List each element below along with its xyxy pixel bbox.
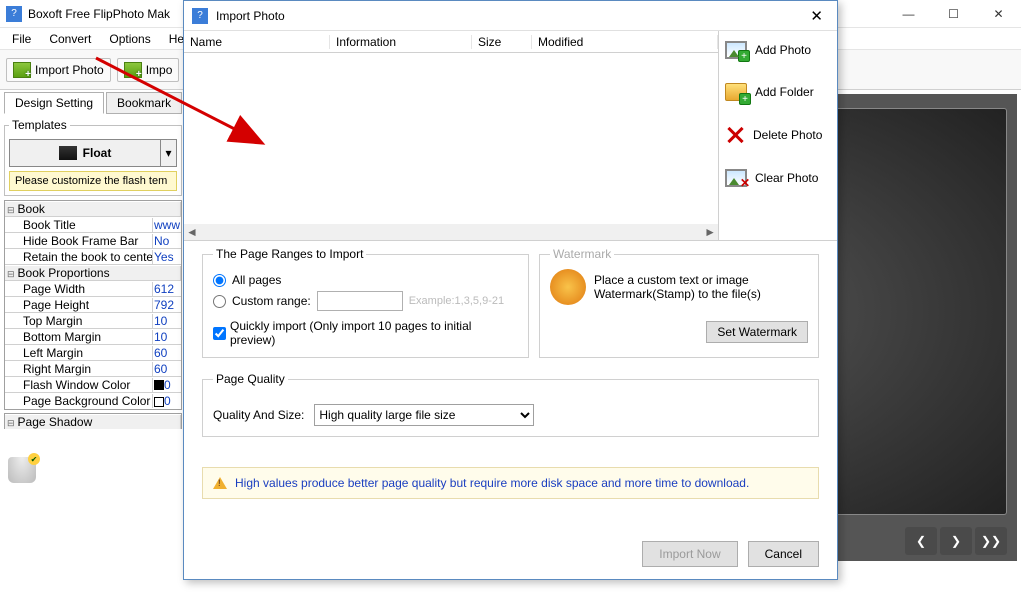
menu-options[interactable]: Options <box>101 30 158 48</box>
dialog-icon: ? <box>192 8 208 24</box>
folder-icon: + <box>725 83 747 101</box>
clear-icon: ✕ <box>725 169 747 187</box>
prop-proportions-header[interactable]: Book Proportions <box>5 266 181 280</box>
menu-convert[interactable]: Convert <box>41 30 99 48</box>
tab-design-setting[interactable]: Design Setting <box>4 92 104 114</box>
page-ranges-group: The Page Ranges to Import All pages Cust… <box>202 247 529 358</box>
template-dropdown[interactable]: ▾ <box>161 139 177 167</box>
page-quality-group: Page Quality Quality And Size: High qual… <box>202 372 819 437</box>
col-modified[interactable]: Modified <box>532 35 718 49</box>
all-pages-label: All pages <box>232 273 281 287</box>
book-icon <box>59 146 77 160</box>
import-photo-dialog: ? Import Photo ✕ Name Information Size M… <box>183 0 838 580</box>
dialog-buttons: Import Now Cancel <box>642 541 819 567</box>
window-controls: — ☐ ✕ <box>886 0 1021 28</box>
templates-legend: Templates <box>9 118 70 132</box>
prop-shadow-header[interactable]: Page Shadow <box>5 415 181 429</box>
minimize-button[interactable]: — <box>886 0 931 28</box>
col-name[interactable]: Name <box>184 35 330 49</box>
col-size[interactable]: Size <box>472 35 532 49</box>
custom-range-input[interactable] <box>317 291 403 311</box>
photo-icon: + <box>725 41 747 59</box>
dialog-titlebar[interactable]: ? Import Photo ✕ <box>184 1 837 31</box>
design-panel: Templates Float ▾ Please customize the f… <box>4 118 182 483</box>
side-buttons: + Add Photo + Add Folder Delete Photo ✕ … <box>719 31 837 241</box>
close-button[interactable]: ✕ <box>976 0 1021 28</box>
set-watermark-button[interactable]: Set Watermark <box>706 321 808 343</box>
quality-select[interactable]: High quality large file size <box>314 404 534 426</box>
quick-import-label: Quickly import (Only import 10 pages to … <box>230 319 518 347</box>
import-now-button[interactable]: Import Now <box>642 541 737 567</box>
nav-fastfwd-button[interactable]: ❯❯ <box>975 527 1007 555</box>
template-hint: Please customize the flash tem <box>9 171 177 191</box>
watermark-text: Place a custom text or image Watermark(S… <box>594 273 808 301</box>
templates-group: Templates Float ▾ Please customize the f… <box>4 118 182 196</box>
clear-photo-button[interactable]: ✕ Clear Photo <box>725 169 831 187</box>
ranges-legend: The Page Ranges to Import <box>213 247 366 261</box>
range-example: Example:1,3,5,9-21 <box>409 295 504 307</box>
quality-legend: Page Quality <box>213 372 288 386</box>
import-photo-label: Import Photo <box>35 63 104 77</box>
nav-prev-button[interactable]: ❮ <box>905 527 937 555</box>
app-title: Boxoft Free FlipPhoto Mak <box>28 7 170 21</box>
file-list-header: Name Information Size Modified <box>184 31 718 53</box>
x-icon <box>725 125 745 145</box>
add-photo-button[interactable]: + Add Photo <box>725 41 831 59</box>
dialog-title: Import Photo <box>216 9 285 23</box>
template-float-button[interactable]: Float <box>9 139 161 167</box>
prop-book-header[interactable]: Book <box>5 202 181 216</box>
custom-range-radio[interactable] <box>213 295 226 308</box>
file-list-body[interactable]: ◄► <box>184 53 718 241</box>
horizontal-scrollbar[interactable]: ◄► <box>184 224 718 240</box>
menu-file[interactable]: File <box>4 30 39 48</box>
preview-nav: ❮ ❯ ❯❯ <box>905 527 1007 555</box>
import-photo-button[interactable]: Import Photo <box>6 58 111 82</box>
import-folder-icon <box>124 62 142 78</box>
watermark-icon <box>550 269 586 305</box>
import-photo-icon <box>13 62 31 78</box>
file-list[interactable]: Name Information Size Modified ◄► <box>184 31 719 241</box>
quick-import-checkbox[interactable] <box>213 327 226 340</box>
col-info[interactable]: Information <box>330 35 472 49</box>
app-icon: ? <box>6 6 22 22</box>
import-folder-label: Impo <box>146 63 173 77</box>
add-folder-button[interactable]: + Add Folder <box>725 83 831 101</box>
property-grid[interactable]: Book Book Titlewww Hide Book Frame BarNo… <box>4 200 182 410</box>
all-pages-radio[interactable] <box>213 274 226 287</box>
watermark-legend: Watermark <box>550 247 614 261</box>
import-folder-button[interactable]: Impo <box>117 58 180 82</box>
property-grid-2[interactable]: Page Shadow <box>4 413 182 429</box>
dialog-close-button[interactable]: ✕ <box>804 5 829 27</box>
info-bar: High values produce better page quality … <box>202 467 819 499</box>
cancel-button[interactable]: Cancel <box>748 541 819 567</box>
tab-bookmark[interactable]: Bookmark <box>106 92 182 114</box>
watermark-group: Watermark Place a custom text or image W… <box>539 247 819 358</box>
delete-photo-button[interactable]: Delete Photo <box>725 125 831 145</box>
maximize-button[interactable]: ☐ <box>931 0 976 28</box>
database-icon[interactable] <box>8 457 36 483</box>
custom-range-label: Custom range: <box>232 294 311 308</box>
info-text: High values produce better page quality … <box>235 476 749 490</box>
warning-icon <box>213 477 227 489</box>
quality-label: Quality And Size: <box>213 408 304 422</box>
nav-next-button[interactable]: ❯ <box>940 527 972 555</box>
